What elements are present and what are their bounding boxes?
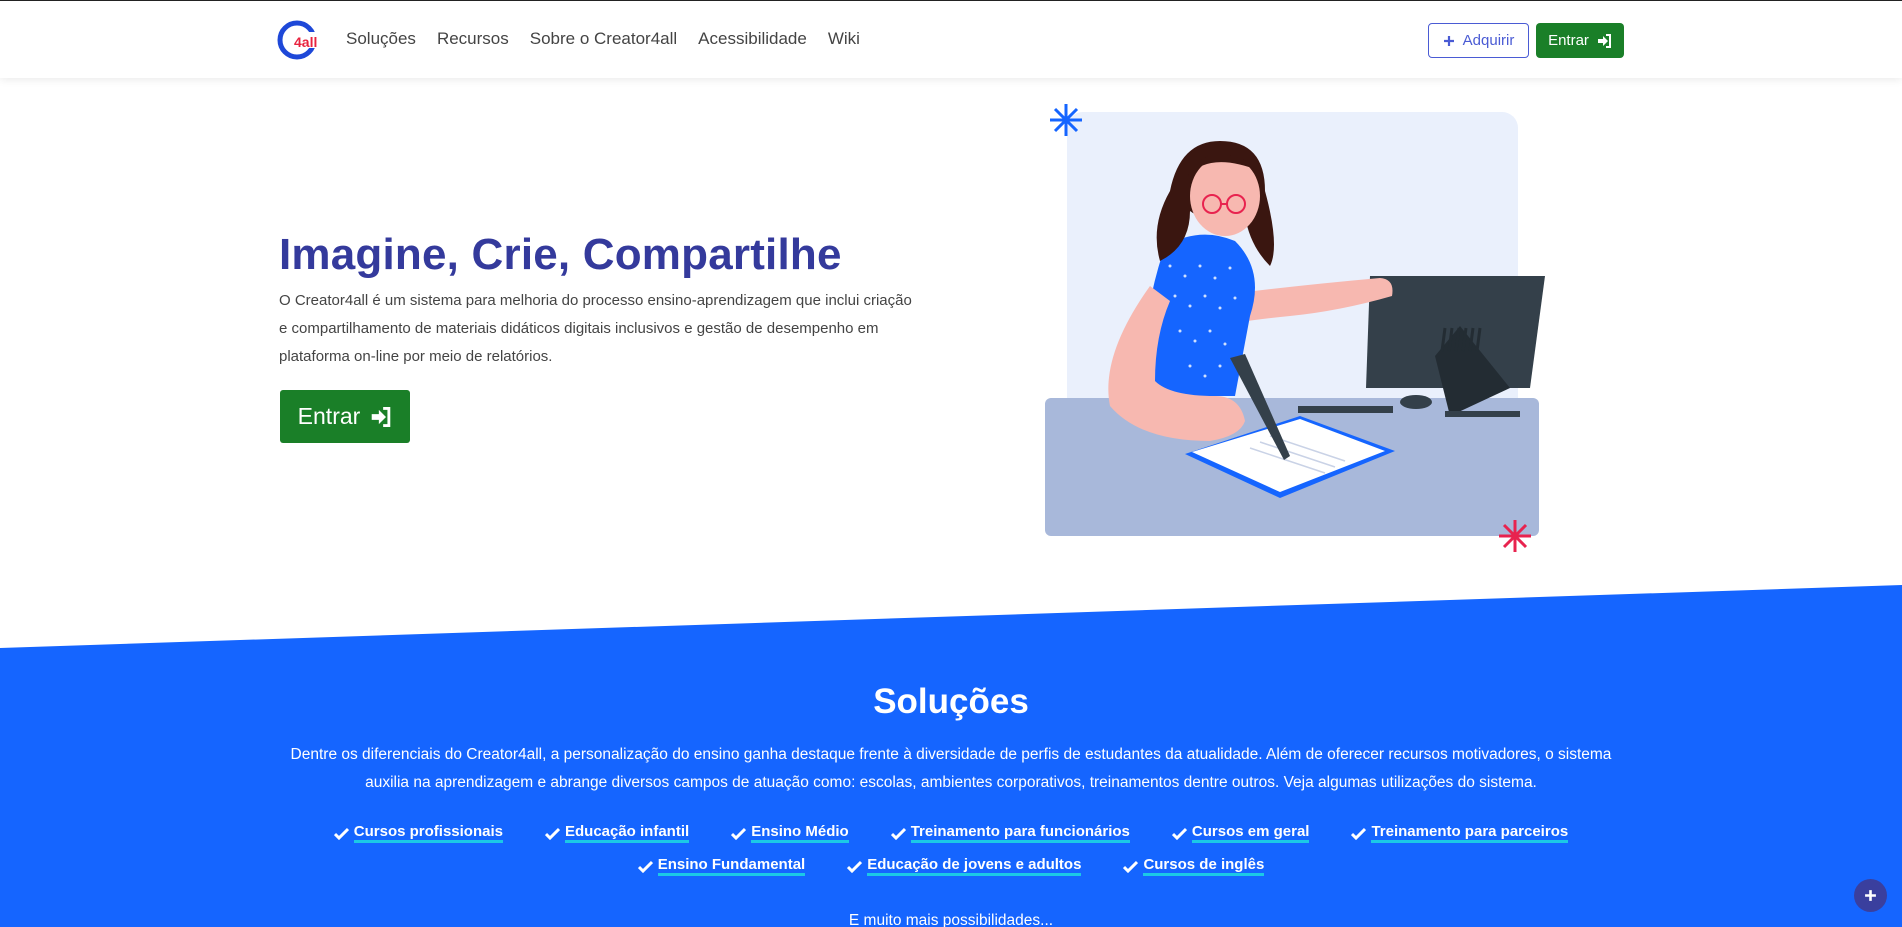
check-icon	[637, 860, 653, 873]
entrar-hero-label: Entrar	[297, 403, 361, 429]
tag-label: Treinamento para funcionários	[910, 823, 1130, 843]
main-nav: Soluções Recursos Sobre o Creator4all Ac…	[346, 29, 881, 49]
nav-link-recursos[interactable]: Recursos	[437, 29, 509, 49]
nav-link-acessibilidade[interactable]: Acessibilidade	[698, 29, 807, 49]
solucoes-description: Dentre os diferenciais do Creator4all, a…	[290, 746, 1612, 791]
sign-in-icon	[1597, 33, 1611, 48]
check-icon	[1123, 860, 1139, 873]
entrar-nav-button[interactable]: Entrar	[1536, 23, 1624, 58]
tag-item: Ensino Fundamental	[637, 856, 806, 878]
check-icon	[890, 827, 906, 840]
tag-label: Ensino Médio	[751, 823, 849, 843]
woman-at-computer-illustration	[1045, 104, 1545, 552]
check-icon	[731, 827, 747, 840]
tag-label: Educação de jovens e adultos	[867, 856, 1082, 876]
check-icon	[333, 827, 349, 840]
tag-label: Cursos de inglês	[1143, 856, 1265, 876]
more-possibilities-text: E muito mais possibilidades...	[848, 912, 1054, 927]
entrar-nav-label: Entrar	[1548, 32, 1589, 49]
tag-item: Treinamento para funcionários	[890, 823, 1130, 845]
check-icon	[847, 860, 863, 873]
sign-in-icon	[372, 406, 391, 427]
entrar-hero-button[interactable]: Entrar	[280, 390, 410, 443]
floating-plus-button[interactable]	[1854, 879, 1887, 912]
tag-label: Treinamento para parceiros	[1371, 823, 1569, 843]
check-icon	[544, 827, 560, 840]
tag-item: Treinamento para parceiros	[1351, 823, 1569, 845]
tag-item: Cursos em geral	[1171, 823, 1310, 845]
nav-link-sobre[interactable]: Sobre o Creator4all	[530, 29, 677, 49]
adquirir-button[interactable]: Adquirir	[1428, 23, 1529, 58]
tag-item: Cursos profissionais	[333, 823, 503, 845]
solucoes-title: Soluções	[873, 682, 1029, 721]
plus-icon	[1865, 890, 1876, 901]
hero-title: Imagine, Crie, Compartilhe	[279, 230, 842, 279]
svg-text:4all: 4all	[294, 34, 317, 50]
hero-description: O Creator4all é um sistema para melhoria…	[279, 292, 912, 365]
creator4all-logo[interactable]: 4all	[277, 20, 317, 60]
tag-label: Ensino Fundamental	[657, 856, 806, 876]
tag-label: Cursos em geral	[1191, 823, 1310, 843]
tag-item: Cursos de inglês	[1123, 856, 1265, 878]
tag-label: Cursos profissionais	[353, 823, 503, 843]
tag-item: Ensino Médio	[731, 823, 849, 845]
solucoes-tag-list: Cursos profissionais Educação infantil E…	[250, 823, 1652, 878]
tag-item: Educação infantil	[544, 823, 690, 845]
nav-link-solucoes[interactable]: Soluções	[346, 29, 416, 49]
check-icon	[1171, 827, 1187, 840]
tag-label: Educação infantil	[564, 823, 690, 843]
tag-item: Educação de jovens e adultos	[847, 856, 1082, 878]
top-navbar: 4all Soluções Recursos Sobre o Creator4a…	[0, 0, 1902, 78]
adquirir-label: Adquirir	[1462, 32, 1515, 49]
check-icon	[1351, 827, 1367, 840]
nav-link-wiki[interactable]: Wiki	[828, 29, 860, 49]
plus-icon	[1443, 35, 1454, 46]
